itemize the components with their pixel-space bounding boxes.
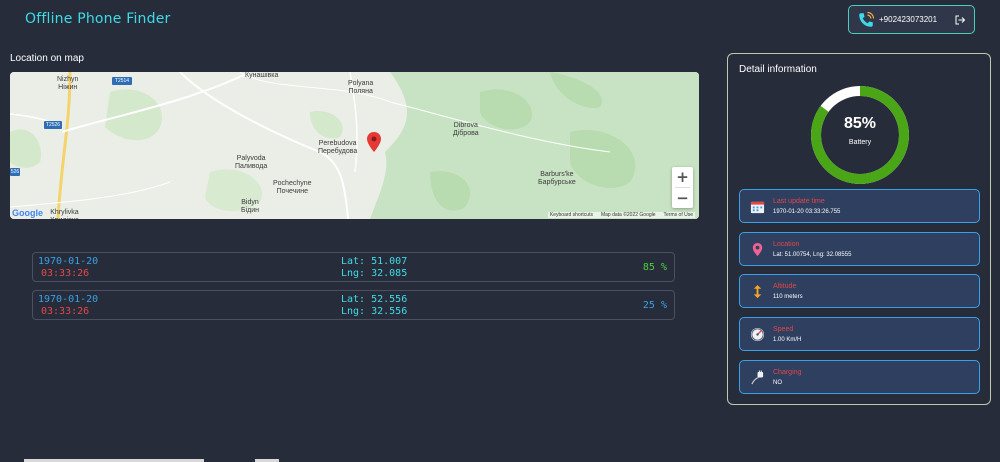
phone-ringing-icon [859,11,875,27]
info-card-value: 1970-01-20 03:33:26.755 [773,209,841,215]
map-view[interactable]: T2514 T2526 526 Nizhyn Ніжин Кунашівка P… [10,72,699,219]
info-card-last-update: Last update time 1970-01-20 03:33:26.755 [739,189,980,223]
place-nizhyn: Nizhyn Ніжин [57,76,79,91]
map-section-title: Location on map [10,53,84,64]
info-card-value: NO [773,380,782,386]
place-kunashivka: Кунашівка [245,72,279,79]
place-pochechyne: Pochechyne Почечине [273,180,312,195]
altitude-arrows-icon [753,284,762,299]
battery-label: Battery [848,139,872,146]
info-card-label: Speed [773,326,794,333]
app-title: Offline Phone Finder [25,11,171,27]
calendar-icon [750,201,765,214]
info-card-label: Charging [773,369,802,376]
place-palyvoda: Palyvoda Паливода [235,155,268,170]
info-card-label: Last update time [773,198,825,205]
info-card-altitude: Altitude 110 meters [739,274,980,308]
map-data-text: Map data ©2022 Google [600,212,656,218]
record-time: 03:33:26 [41,268,90,279]
record-lng: Lng: 32.556 [341,306,408,317]
info-card-location: Location Lat: 51.00754, Lng: 32.08555 [739,232,980,266]
road-label-526-text: 526 [10,169,20,175]
detail-panel: Detail information 85% Battery Last upda… [727,53,991,405]
info-card-label: Altitude [773,283,797,290]
history-record[interactable]: 1970-01-20 03:33:26 Lat: 51.007 Lng: 32.… [32,252,675,282]
info-card-value: 1.00 Km/H [773,337,802,343]
record-battery-percent: 85 % [642,262,667,273]
phone-number: +902423073201 [879,15,938,24]
info-card-speed: Speed 1.00 Km/H [739,317,980,351]
zoom-in-button[interactable]: + [672,167,693,187]
info-card-value: Lat: 51.00754, Lng: 32.08555 [773,252,852,258]
road-label-t2526-text: T2526 [45,122,61,128]
info-card-label: Location [773,241,800,248]
place-polyana: Polyana Поляна [348,80,374,95]
charging-plug-icon [751,370,764,385]
record-date: 1970-01-20 [38,256,99,267]
record-date: 1970-01-20 [38,294,99,305]
place-dibrova: Dibrova Діброва [453,122,479,137]
record-lat: Lat: 52.556 [341,294,408,305]
map-attribution: Keyboard shortcuts Map data ©2022 Google… [10,211,699,219]
info-card-charging: Charging NO [739,360,980,394]
battery-gauge [811,86,909,184]
place-perebudova: Perebudova Перебудова [318,140,358,155]
record-lat: Lat: 51.007 [341,256,408,267]
zoom-out-button[interactable]: − [672,188,693,208]
detail-panel-title: Detail information [739,64,817,75]
phone-account-box[interactable]: +902423073201 [848,5,975,34]
logout-icon[interactable] [954,14,966,26]
record-time: 03:33:26 [41,306,90,317]
history-record[interactable]: 1970-01-20 03:33:26 Lat: 52.556 Lng: 32.… [32,290,675,320]
keyboard-shortcuts-link[interactable]: Keyboard shortcuts [550,212,593,218]
map-pin-icon [752,242,763,257]
map-zoom-control: + − [672,167,693,208]
battery-value: 85% [843,115,877,132]
terms-of-use-link[interactable]: Terms of Use [664,212,693,218]
location-pin-icon[interactable] [367,132,381,152]
record-battery-percent: 25 % [642,300,667,311]
info-card-value: 110 meters [773,294,803,300]
speedometer-icon [750,327,765,342]
record-lng: Lng: 32.085 [341,268,408,279]
road-label-t2514-text: T2514 [114,78,130,84]
place-barburske: Barburs'ke Барбурське [538,171,576,186]
